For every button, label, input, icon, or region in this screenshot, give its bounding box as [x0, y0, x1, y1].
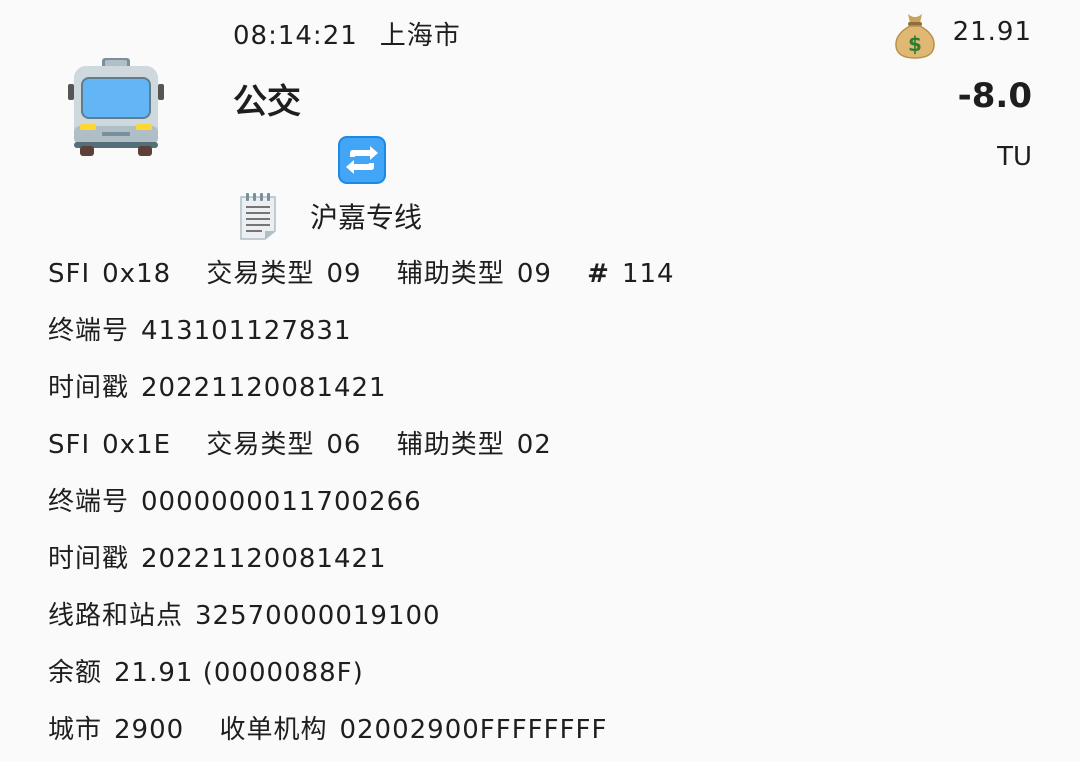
hash-icon: # — [587, 259, 610, 289]
timestamp-label: 时间戳 — [48, 373, 130, 403]
record1-sfi-row: SFI 0x18 交易类型 09 辅助类型 09 #114 — [48, 249, 1048, 306]
memo-icon — [238, 191, 278, 241]
record2-terminal-row: 终端号 0000000011700266 — [48, 477, 1048, 534]
sequence-number: 114 — [621, 259, 675, 289]
balance-value: 21.91 — [952, 17, 1032, 47]
transaction-city: 上海市 — [379, 21, 461, 51]
record2-sfi-row: SFI 0x1E 交易类型 06 辅助类型 02 — [48, 420, 1048, 477]
timestamp-value: 20221120081421 — [141, 373, 387, 403]
transaction-amount: -8.0 — [957, 76, 1032, 116]
tx-type-label: 交易类型 — [206, 430, 315, 460]
line-station-label: 线路和站点 — [48, 601, 184, 631]
route-name: 沪嘉专线 — [310, 201, 423, 234]
record2-timestamp-row: 时间戳 20221120081421 — [48, 534, 1048, 591]
sfi-value: 0x18 — [102, 259, 172, 289]
time-city-line: 08:14:21 上海市 — [233, 15, 461, 52]
acquirer-value: 02002900FFFFFFFF — [339, 715, 608, 745]
terminal-value: 0000000011700266 — [141, 487, 422, 517]
city-code-value: 2900 — [114, 715, 185, 745]
sfi-label: SFI — [48, 259, 91, 289]
aux-type-label: 辅助类型 — [396, 430, 505, 460]
sfi-label: SFI — [48, 430, 91, 460]
transaction-card: 08:14:21 上海市 公交 沪嘉专线 $ 21.91 -8.0 TU SFI… — [0, 0, 1080, 759]
terminal-label: 终端号 — [48, 487, 130, 517]
record2-balance-row: 余额 21.91 (0000088F) — [48, 648, 1048, 705]
record2-line-row: 线路和站点 32570000019100 — [48, 591, 1048, 648]
record2-city-row: 城市 2900 收单机构 02002900FFFFFFFF — [48, 705, 1048, 762]
city-label: 城市 — [48, 715, 103, 745]
counterclockwise-arrows-icon — [338, 136, 386, 184]
svg-text:$: $ — [908, 32, 922, 56]
transaction-type-title: 公交 — [233, 82, 301, 122]
record1-terminal-row: 终端号 413101127831 — [48, 306, 1048, 363]
aux-type-value: 09 — [516, 259, 552, 289]
balance-label: 余额 — [48, 658, 103, 688]
terminal-label: 终端号 — [48, 316, 130, 346]
money-bag-icon: $ — [893, 10, 937, 60]
record1-timestamp-row: 时间戳 20221120081421 — [48, 363, 1048, 420]
line-station-value: 32570000019100 — [195, 601, 441, 631]
timestamp-label: 时间戳 — [48, 544, 130, 574]
timestamp-value: 20221120081421 — [141, 544, 387, 574]
aux-type-label: 辅助类型 — [396, 259, 505, 289]
transaction-unit: TU — [997, 142, 1032, 172]
tx-type-label: 交易类型 — [206, 259, 315, 289]
balance-detail-value: 21.91 (0000088F) — [114, 658, 364, 688]
terminal-value: 413101127831 — [141, 316, 352, 346]
aux-type-value: 02 — [516, 430, 552, 460]
sfi-value: 0x1E — [102, 430, 172, 460]
tx-type-value: 06 — [326, 430, 362, 460]
acquirer-label: 收单机构 — [219, 715, 328, 745]
oncoming-bus-icon — [66, 56, 166, 158]
record-details: SFI 0x18 交易类型 09 辅助类型 09 #114 终端号 4131011278… — [48, 249, 1048, 762]
tx-type-value: 09 — [326, 259, 362, 289]
transaction-time: 08:14:21 — [233, 21, 358, 51]
